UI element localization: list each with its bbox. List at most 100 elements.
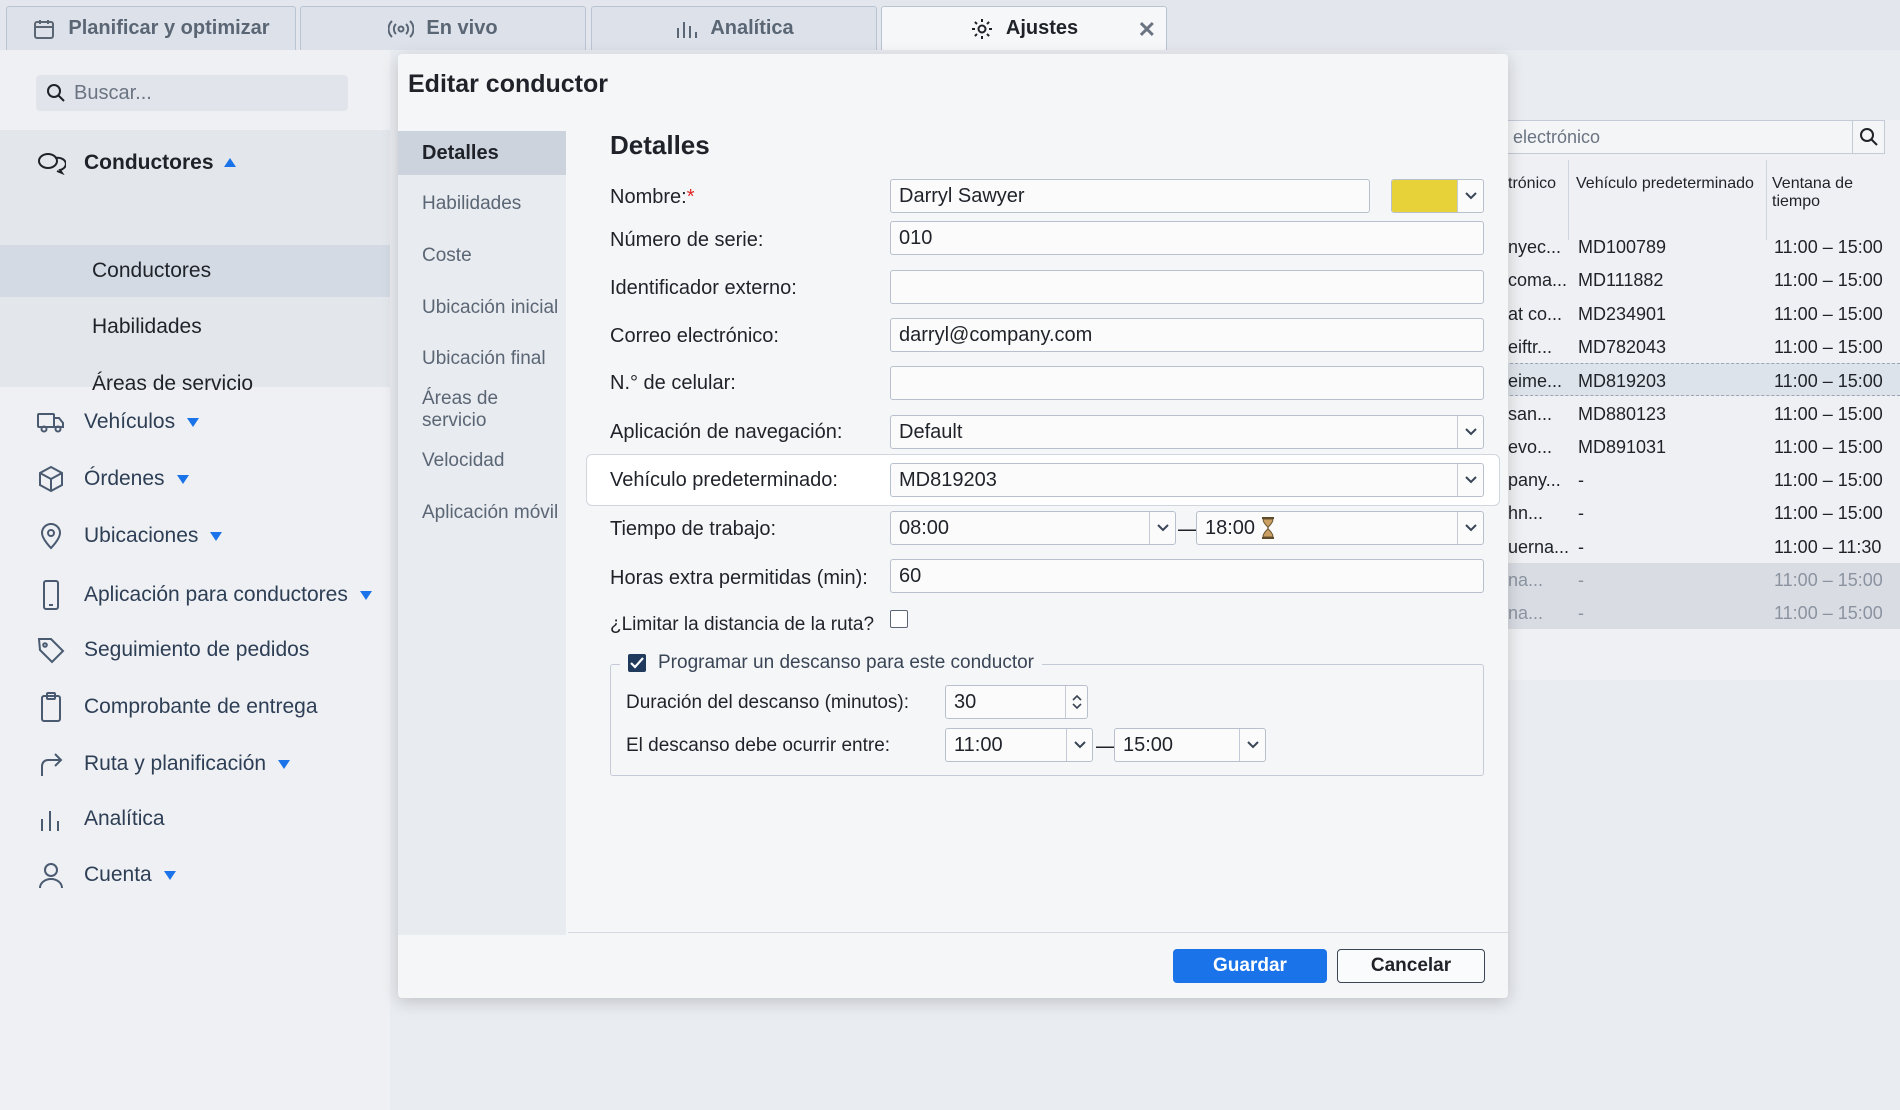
dialog-nav-ubicacion-final[interactable]: Ubicación final: [398, 337, 566, 381]
user-icon: [39, 863, 63, 889]
column-header[interactable]: trónico: [1508, 175, 1556, 193]
chevron-up-icon[interactable]: [1071, 694, 1082, 701]
dialog-nav-coste[interactable]: Coste: [398, 234, 566, 278]
calendar-icon: [34, 19, 55, 39]
dialog-nav-ubicacion-inicial[interactable]: Ubicación inicial: [398, 286, 566, 330]
sidebar-item-analitica[interactable]: Analítica: [0, 794, 390, 844]
break-start-select[interactable]: 11:00: [945, 728, 1093, 762]
table-cell: na...: [1508, 570, 1544, 590]
break-checkbox[interactable]: [628, 654, 646, 672]
sidebar-subitem-conductores[interactable]: Conductores: [0, 245, 390, 297]
dialog-nav-label: Aplicación móvil: [422, 502, 559, 523]
chevron-down-icon: [1457, 416, 1483, 448]
sidebar-item-label: Ruta y planificación: [84, 752, 267, 775]
table-cell: MD100789: [1578, 237, 1667, 257]
chevron-down-icon: [1457, 180, 1483, 212]
work-start-select[interactable]: 08:00: [890, 511, 1176, 545]
sidebar-subitem-label: Conductores: [92, 259, 212, 282]
sidebar-subitem-label: Habilidades: [92, 315, 202, 338]
table-cell: nyec...: [1508, 237, 1562, 257]
tab-analitica[interactable]: Analítica: [591, 6, 877, 50]
sidebar-item-ordenes[interactable]: Órdenes: [0, 454, 390, 504]
sidebar-item-seguimiento[interactable]: Seguimiento de pedidos: [0, 625, 390, 675]
cancel-button[interactable]: Cancelar: [1337, 949, 1485, 983]
close-icon[interactable]: ✕: [1138, 17, 1156, 43]
sidebar-item-conductores[interactable]: Conductores: [0, 130, 390, 195]
broadcast-icon: [388, 19, 415, 38]
external-id-field[interactable]: [890, 270, 1484, 304]
work-end-select[interactable]: 18:00: [1196, 511, 1484, 545]
table-cell: -: [1578, 536, 1584, 557]
dialog-nav-label: Detalles: [422, 141, 499, 164]
stepper-arrows[interactable]: [1065, 686, 1087, 718]
sidebar-item-vehiculos[interactable]: Vehículos: [0, 397, 390, 447]
serial-field[interactable]: 010: [890, 221, 1484, 255]
tab-planificar[interactable]: Planificar y optimizar: [6, 6, 296, 50]
sidebar-item-comprobante[interactable]: Comprobante de entrega: [0, 682, 390, 732]
phone-field[interactable]: [890, 366, 1484, 400]
table-row[interactable]: nyec... MD100789 11:00 – 15:00: [1500, 230, 1900, 263]
sidebar-item-ubicaciones[interactable]: Ubicaciones: [0, 511, 390, 561]
table-cell: at co...: [1508, 303, 1563, 324]
tab-ajustes[interactable]: Ajustes ✕: [881, 6, 1167, 50]
search-input[interactable]: [74, 81, 334, 105]
chevron-down-icon: [359, 590, 372, 600]
table-row[interactable]: eime... MD819203 11:00 – 15:00: [1500, 363, 1900, 397]
sidebar-item-label: Comprobante de entrega: [84, 695, 318, 718]
gear-icon: [971, 18, 992, 39]
dialog-nav-label: Habilidades: [422, 193, 522, 214]
table-search-field[interactable]: electrónico: [1500, 120, 1885, 154]
table-row[interactable]: pany... - 11:00 – 15:00: [1500, 463, 1900, 496]
table-row[interactable]: na... - 11:00 – 15:00: [1500, 563, 1900, 596]
nav-app-select[interactable]: Default: [890, 415, 1484, 449]
limit-distance-checkbox[interactable]: [890, 610, 908, 628]
chevron-down-icon: [1457, 464, 1483, 496]
sidebar-group-conductores: Conductores Conductores Habilidades Área…: [0, 130, 390, 395]
table-row[interactable]: san... MD880123 11:00 – 15:00: [1500, 397, 1900, 430]
column-header[interactable]: Ventana de tiempo: [1772, 175, 1900, 211]
email-field[interactable]: darryl@company.com: [890, 318, 1484, 352]
dialog-nav-velocidad[interactable]: Velocidad: [398, 439, 566, 483]
dialog-nav-areas[interactable]: Áreas de servicio: [398, 388, 566, 432]
dialog-nav-app-movil[interactable]: Aplicación móvil: [398, 491, 566, 535]
color-picker[interactable]: [1391, 179, 1484, 213]
sidebar-subitem-habilidades[interactable]: Habilidades: [0, 301, 390, 353]
dialog-nav-habilidades[interactable]: Habilidades: [398, 182, 566, 226]
vehicle-select[interactable]: MD819203: [890, 463, 1484, 497]
table-row[interactable]: evo... MD891031 11:00 – 15:00: [1500, 430, 1900, 463]
table-cell: uerna...: [1508, 536, 1570, 557]
clipboard-icon: [41, 692, 61, 722]
table-row[interactable]: na... - 11:00 – 15:00: [1500, 596, 1900, 630]
name-label: Nombre:*: [610, 186, 695, 208]
column-header[interactable]: Vehículo predeterminado: [1576, 175, 1754, 193]
sidebar-item-cuenta[interactable]: Cuenta: [0, 850, 390, 900]
save-button[interactable]: Guardar: [1173, 949, 1327, 983]
table-row[interactable]: eiftr... MD782043 11:00 – 15:00: [1500, 330, 1900, 363]
dialog-nav-detalles[interactable]: Detalles: [398, 131, 566, 175]
table-row[interactable]: coma... MD111882 11:00 – 15:00: [1500, 263, 1900, 296]
phone-icon: [43, 580, 59, 610]
table-cell: MD111882: [1578, 270, 1664, 291]
table-row[interactable]: hn... - 11:00 – 15:00: [1500, 496, 1900, 529]
name-field[interactable]: Darryl Sawyer: [890, 179, 1370, 213]
sidebar-item-label: Seguimiento de pedidos: [84, 638, 310, 661]
search-button[interactable]: [1852, 121, 1884, 153]
break-duration-stepper[interactable]: 30: [945, 685, 1088, 719]
table-cell: 11:00 – 15:00: [1774, 336, 1883, 357]
table-cell: 11:00 – 15:00: [1774, 270, 1883, 291]
table-cell: 11:00 – 15:00: [1774, 403, 1883, 424]
break-start-value: 11:00: [954, 733, 1003, 756]
table-row[interactable]: uerna... - 11:00 – 11:30: [1500, 530, 1900, 563]
sidebar-item-ruta[interactable]: Ruta y planificación: [0, 739, 390, 789]
overtime-value: 60: [899, 564, 922, 587]
chevron-down-icon[interactable]: [1071, 703, 1082, 710]
overtime-field[interactable]: 60: [890, 559, 1484, 593]
sidebar-item-app-conductores[interactable]: Aplicación para conductores: [0, 570, 390, 620]
required-marker: *: [686, 186, 695, 208]
table-cell: -: [1578, 470, 1584, 491]
table-cell: MD891031: [1578, 436, 1667, 457]
tab-en-vivo[interactable]: En vivo: [300, 6, 586, 50]
table-row[interactable]: at co... MD234901 11:00 – 15:00: [1500, 297, 1900, 330]
external-id-label: Identificador externo:: [610, 277, 797, 299]
break-end-select[interactable]: 15:00: [1114, 728, 1266, 762]
